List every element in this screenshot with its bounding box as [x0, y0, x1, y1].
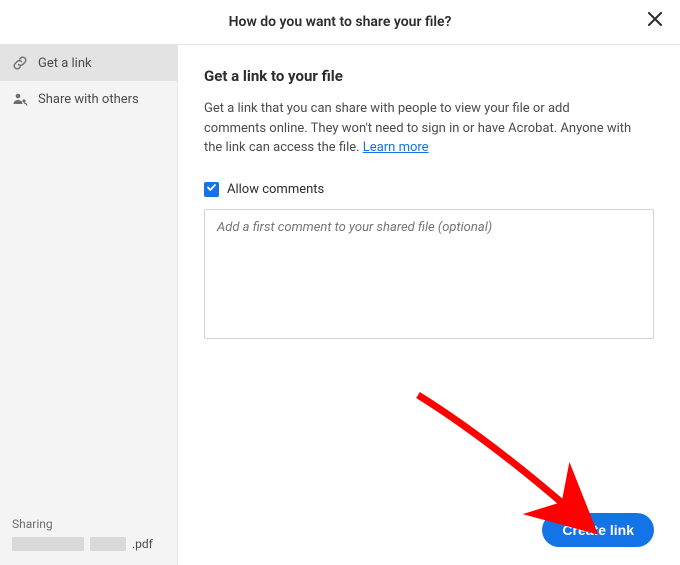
checkmark-icon	[206, 182, 217, 197]
sidebar-item-share-others[interactable]: Share with others	[0, 81, 177, 117]
learn-more-link[interactable]: Learn more	[363, 140, 429, 155]
allow-comments-label: Allow comments	[227, 182, 324, 197]
sidebar-item-label: Get a link	[38, 56, 92, 71]
share-dialog: How do you want to share your file? Get …	[0, 0, 680, 565]
people-icon	[12, 91, 28, 107]
close-icon	[648, 12, 662, 30]
filename-redacted-b	[90, 537, 126, 551]
main-spacer	[204, 339, 654, 514]
create-link-button[interactable]: Create link	[542, 513, 654, 547]
file-extension: .pdf	[132, 537, 153, 551]
filename-row: .pdf	[12, 537, 165, 551]
sidebar-footer: Sharing .pdf	[0, 507, 177, 565]
sidebar: Get a link Share with others Sharing .pd…	[0, 45, 178, 565]
sidebar-item-label: Share with others	[38, 92, 139, 107]
dialog-body: Get a link Share with others Sharing .pd…	[0, 45, 680, 565]
main-title: Get a link to your file	[204, 67, 654, 85]
sidebar-spacer	[0, 117, 177, 507]
sidebar-item-get-link[interactable]: Get a link	[0, 45, 177, 81]
filename-redacted-a	[12, 537, 84, 551]
allow-comments-checkbox[interactable]	[204, 182, 219, 197]
first-comment-textarea[interactable]	[204, 209, 654, 339]
link-icon	[12, 55, 28, 71]
close-button[interactable]	[644, 10, 666, 32]
footer-row: Create link	[204, 513, 654, 547]
allow-comments-row: Allow comments	[204, 182, 654, 197]
dialog-header: How do you want to share your file?	[0, 0, 680, 45]
main-description: Get a link that you can share with peopl…	[204, 99, 634, 158]
main-panel: Get a link to your file Get a link that …	[178, 45, 680, 565]
sharing-label: Sharing	[12, 517, 165, 531]
dialog-title: How do you want to share your file?	[0, 14, 680, 30]
